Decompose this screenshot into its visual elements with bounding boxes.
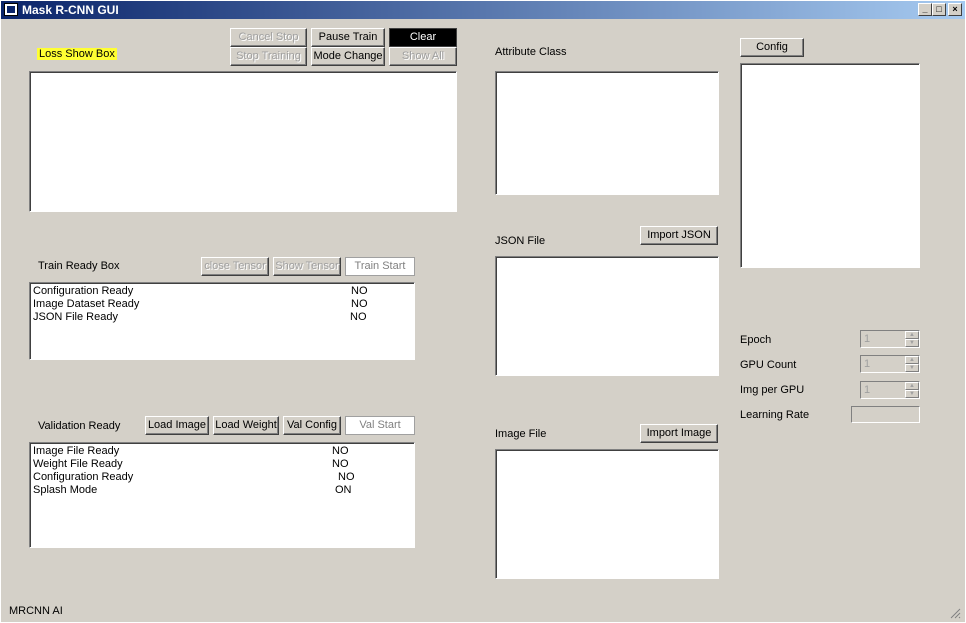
status-row: Weight File Ready NO (33, 458, 413, 471)
spin-down-icon[interactable]: ▼ (905, 339, 919, 347)
status-key: Weight File Ready (33, 458, 123, 470)
status-value: ON (335, 484, 352, 496)
image-file-box[interactable] (495, 449, 719, 579)
spin-down-icon[interactable]: ▼ (905, 364, 919, 372)
spin-up-icon[interactable]: ▲ (905, 356, 919, 364)
status-key: Image Dataset Ready (33, 298, 140, 310)
val-start-button[interactable]: Val Start (345, 416, 415, 435)
status-row: Configuration Ready NO (33, 285, 413, 298)
val-config-button[interactable]: Val Config (283, 416, 341, 435)
train-ready-box-label: Train Ready Box (38, 260, 120, 272)
img-per-gpu-value: 1 (864, 384, 871, 396)
show-all-button[interactable]: Show All (389, 47, 457, 66)
attribute-class-box[interactable] (495, 71, 719, 195)
status-row: Image Dataset Ready NO (33, 298, 413, 311)
status-bar-text: MRCNN AI (9, 605, 63, 617)
spin-up-icon[interactable]: ▲ (905, 382, 919, 390)
status-value: NO (351, 298, 368, 310)
gpu-count-value: 1 (864, 358, 871, 370)
import-image-button[interactable]: Import Image (640, 424, 718, 443)
spin-down-icon[interactable]: ▼ (905, 390, 919, 398)
status-key: Configuration Ready (33, 285, 134, 297)
json-file-label: JSON File (495, 235, 546, 247)
epoch-label: Epoch (740, 334, 772, 346)
status-value: NO (338, 471, 355, 483)
status-row: Splash Mode ON (33, 484, 413, 497)
status-value: NO (351, 285, 368, 297)
gpu-count-spinbox[interactable]: 1 ▲ ▼ (860, 355, 920, 373)
clear-button[interactable]: Clear (389, 28, 457, 47)
json-file-box[interactable] (495, 256, 719, 376)
epoch-value: 1 (864, 333, 871, 345)
validation-ready-box: Image File Ready NO Weight File Ready NO C… (29, 442, 415, 548)
import-json-button[interactable]: Import JSON (640, 226, 718, 245)
status-value: NO (332, 458, 349, 470)
window-title: Mask R-CNN GUI (22, 3, 119, 17)
status-key: Splash Mode (33, 484, 98, 496)
status-row: Configuration Ready NO (33, 471, 413, 484)
gpu-count-label: GPU Count (740, 359, 797, 371)
stop-training-button[interactable]: Stop Training (230, 47, 307, 66)
status-key: Image File Ready (33, 445, 120, 457)
img-per-gpu-spinbox[interactable]: 1 ▲ ▼ (860, 381, 920, 399)
img-per-gpu-label: Img per GPU (740, 384, 805, 396)
mode-change-button[interactable]: Mode Change (311, 47, 385, 66)
loss-show-box[interactable] (29, 71, 457, 212)
load-image-button[interactable]: Load Image (145, 416, 209, 435)
resize-grip-icon[interactable] (949, 607, 961, 619)
loss-show-box-label: Loss Show Box (37, 48, 117, 60)
train-start-button[interactable]: Train Start (345, 257, 415, 276)
close-button[interactable]: × (948, 3, 962, 16)
app-icon (4, 3, 18, 16)
load-weight-button[interactable]: Load Weight (213, 416, 279, 435)
minimize-button[interactable]: _ (918, 3, 932, 16)
epoch-spinbox[interactable]: 1 ▲ ▼ (860, 330, 920, 348)
cancel-stop-button[interactable]: Cancel Stop (230, 28, 307, 47)
pause-train-button[interactable]: Pause Train (311, 28, 385, 47)
config-button[interactable]: Config (740, 38, 804, 57)
close-tensor-button[interactable]: close Tensor (201, 257, 269, 276)
image-file-label: Image File (495, 428, 547, 440)
main-window: Mask R-CNN GUI _ □ × Loss Show Box Cance… (0, 0, 966, 623)
validation-ready-label: Validation Ready (38, 420, 121, 432)
maximize-button[interactable]: □ (932, 3, 946, 16)
status-row: Image File Ready NO (33, 445, 413, 458)
spin-up-icon[interactable]: ▲ (905, 331, 919, 339)
status-row: JSON File Ready NO (33, 311, 413, 324)
status-key: JSON File Ready (33, 311, 118, 323)
show-tensor-button[interactable]: Show Tensor (273, 257, 341, 276)
train-ready-box: Configuration Ready NO Image Dataset Read… (29, 282, 415, 360)
status-value: NO (332, 445, 349, 457)
status-value: NO (350, 311, 367, 323)
status-key: Configuration Ready (33, 471, 134, 483)
title-bar[interactable]: Mask R-CNN GUI _ □ × (1, 1, 965, 19)
config-box[interactable] (740, 63, 920, 268)
learning-rate-label: Learning Rate (740, 409, 810, 421)
attribute-class-label: Attribute Class (495, 46, 567, 58)
learning-rate-field[interactable] (851, 406, 920, 423)
